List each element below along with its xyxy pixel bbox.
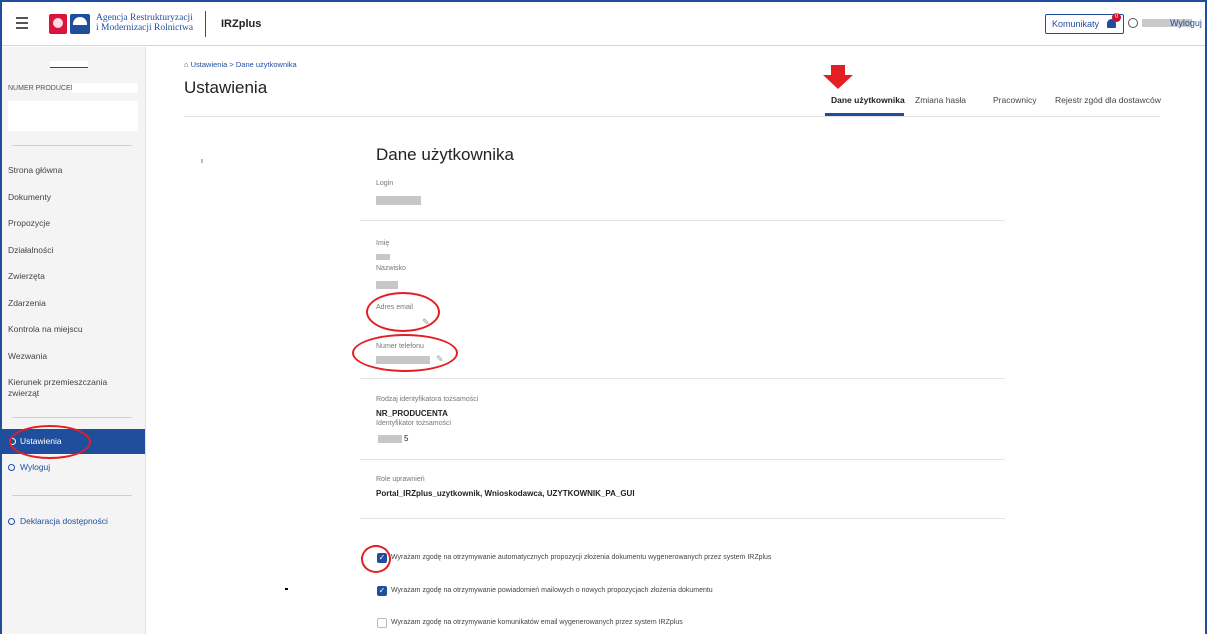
sidebar-item-logout-label: Wyloguj — [20, 462, 51, 472]
redacted-last-name — [376, 281, 398, 289]
id-type-label: Rodzaj identyfikatora tożsamości — [376, 396, 479, 403]
consent-checkbox-system-messages[interactable] — [377, 618, 387, 628]
annotation-circle-settings — [9, 425, 91, 459]
redacted-address — [8, 101, 138, 131]
breadcrumb-text[interactable]: Ustawienia > Dane użytkownika — [191, 60, 297, 69]
redacted-user-name — [50, 61, 88, 68]
sidebar-item-logout[interactable]: Wyloguj — [8, 462, 138, 473]
sidebar-item-activities[interactable]: Działalności — [8, 245, 138, 256]
sidebar-item-events[interactable]: Zdarzenia — [8, 298, 138, 309]
redacted-id — [378, 435, 402, 443]
app-name: IRZplus — [221, 18, 262, 30]
agency-name-line1: Agencja Restrukturyzacji — [96, 13, 193, 23]
consent-label-system-messages: Wyrażam zgodę na otrzymywanie komunikató… — [391, 619, 683, 626]
stray-mark — [201, 159, 203, 163]
tab-employees[interactable]: Pracownicy — [993, 95, 1036, 105]
home-icon[interactable]: ⌂ — [184, 60, 189, 69]
last-name-label: Nazwisko — [376, 265, 406, 272]
sidebar-item-animals[interactable]: Zwierzęta — [8, 271, 138, 282]
redacted-login — [376, 196, 421, 205]
roles-value: Portal_IRZplus_uzytkownik, Wnioskodawca,… — [376, 489, 635, 498]
annotation-circle-phone — [352, 334, 458, 372]
header-divider — [205, 11, 206, 37]
redacted-first-name — [376, 254, 390, 260]
form-divider — [360, 459, 1005, 460]
sidebar-item-accessibility[interactable]: Deklaracja dostępności — [8, 516, 138, 527]
section-title: Dane użytkownika — [376, 145, 514, 164]
id-type-value: NR_PRODUCENTA — [376, 409, 448, 418]
first-name-label: Imię — [376, 240, 390, 247]
consent-checkbox-mail-notifications[interactable]: ✓ — [377, 586, 387, 596]
messages-button[interactable]: Komunikaty 0 — [1045, 13, 1125, 34]
content-divider — [184, 116, 1160, 117]
sidebar-item-documents[interactable]: Dokumenty — [8, 192, 138, 203]
arimr-logo[interactable] — [70, 14, 90, 34]
agency-name-line2: i Modernizacji Rolnictwa — [96, 23, 194, 33]
form-divider — [360, 518, 1005, 519]
sidebar-item-home[interactable]: Strona główna — [8, 165, 138, 176]
consent-label-mail-notifications: Wyrażam zgodę na otrzymywanie powiadomie… — [391, 587, 713, 594]
logout-icon — [8, 464, 15, 471]
sidebar-item-inspection[interactable]: Kontrola na miejscu — [8, 324, 138, 335]
consent-label-auto-proposals: Wyrażam zgodę na otrzymywanie automatycz… — [391, 554, 772, 561]
page-title: Ustawienia — [184, 78, 268, 97]
poland-emblem-logo — [49, 14, 67, 34]
sidebar-divider — [12, 417, 132, 418]
sidebar-item-movement-direction[interactable]: Kierunek przemieszczania zwierząt — [8, 377, 128, 399]
tab-user-data[interactable]: Dane użytkownika — [831, 95, 905, 105]
annotation-circle-email — [366, 292, 440, 332]
sidebar-item-proposals[interactable]: Propozycje — [8, 218, 138, 229]
messages-label: Komunikaty — [1052, 19, 1100, 29]
sidebar-item-summons[interactable]: Wezwania — [8, 351, 138, 362]
breadcrumb: ⌂ Ustawienia > Dane użytkownika — [184, 60, 297, 69]
sidebar-item-accessibility-label: Deklaracja dostępności — [20, 516, 108, 526]
tab-change-password[interactable]: Zmiana hasła — [915, 95, 966, 105]
tab-supplier-consents[interactable]: Rejestr zgód dla dostawców — [1055, 95, 1161, 105]
agency-name: Agencja Restrukturyzacji i Modernizacji … — [96, 13, 193, 33]
top-bar: Agencja Restrukturyzacji i Modernizacji … — [2, 2, 1205, 46]
id-tail: 5 — [404, 434, 409, 443]
login-label: Login — [376, 180, 394, 187]
logout-link-top[interactable]: Wyloguj — [1170, 18, 1202, 28]
annotation-circle-checkbox — [361, 545, 391, 573]
hamburger-menu-icon[interactable] — [16, 17, 28, 29]
stray-mark — [285, 588, 288, 590]
sidebar: NUMER PRODUCENTA: Strona główna Dokument… — [2, 47, 146, 634]
form-divider — [360, 378, 1005, 379]
notification-count-badge: 0 — [1112, 13, 1122, 22]
roles-label: Role uprawnień — [376, 476, 425, 483]
sidebar-divider — [12, 495, 132, 496]
accessibility-icon — [8, 518, 15, 525]
user-icon — [1128, 18, 1138, 28]
sidebar-divider — [12, 145, 132, 146]
id-label: Identyfikator tożsamości — [376, 420, 452, 427]
form-divider — [360, 220, 1005, 221]
redacted-producer-number — [72, 83, 138, 93]
